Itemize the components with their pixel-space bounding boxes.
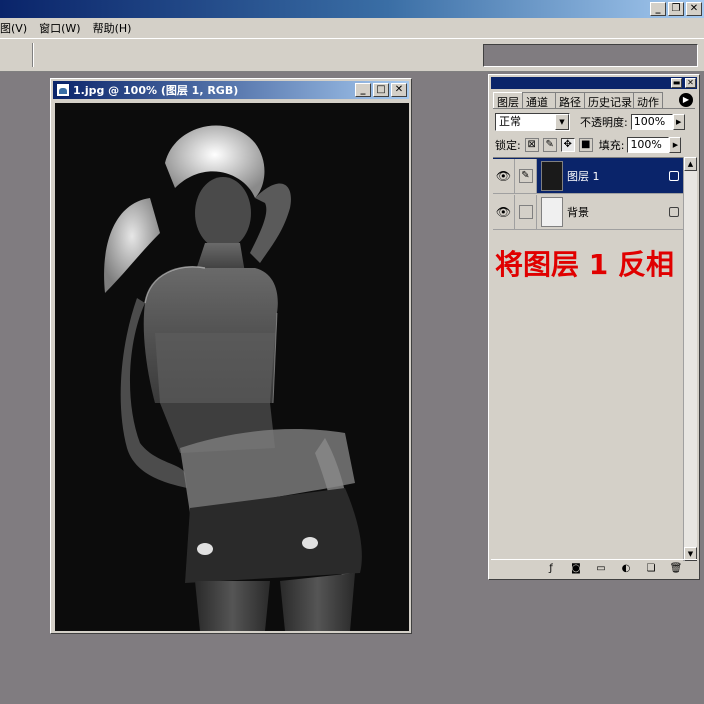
scroll-up-icon[interactable]: ▲	[684, 157, 697, 171]
fill-label: 填充:	[598, 139, 625, 152]
lock-icon	[669, 170, 679, 181]
panel-titlebar[interactable]: ▬ ✕	[491, 77, 697, 89]
new-layer-icon[interactable]: ❏	[644, 563, 658, 575]
lock-move-icon[interactable]: ✥	[560, 138, 575, 152]
chevron-down-icon[interactable]: ▼	[555, 114, 569, 130]
inverted-photo	[55, 103, 409, 631]
lock-transparency-icon[interactable]: ⊠	[524, 138, 539, 152]
palette-well	[483, 44, 698, 67]
opacity-arrow-icon[interactable]: ▶	[672, 114, 685, 130]
options-separator	[32, 43, 34, 67]
panel-footer: ƒ ◙ ▭ ◐ ❏ 🗑	[491, 559, 697, 577]
fill-arrow-icon[interactable]: ▶	[669, 137, 682, 153]
layer-row-layer1[interactable]: 👁 ✎ 图层 1	[493, 158, 683, 194]
blend-opacity-row: 正常 ▼ 不透明度: 100% ▶	[495, 112, 693, 132]
opacity-input[interactable]: 100%	[630, 114, 673, 130]
tab-paths[interactable]: 路径	[555, 92, 585, 108]
doc-maximize-button[interactable]: □	[373, 83, 389, 97]
document-title: 1.jpg @ 100% (图层 1, RGB)	[73, 84, 239, 97]
blend-mode-value: 正常	[499, 115, 521, 128]
layers-panel[interactable]: ▬ ✕ 图层 通道 路径 历史记录 动作 ▶ 正常 ▼ 不透明度: 100% ▶…	[488, 74, 700, 580]
add-mask-icon[interactable]: ◙	[569, 563, 583, 575]
menu-bar: 图(V) 窗口(W) 帮助(H)	[0, 18, 704, 38]
tab-layers[interactable]: 图层	[493, 92, 523, 108]
panel-close-button[interactable]: ✕	[685, 78, 696, 88]
lock-icon	[669, 206, 679, 217]
app-titlebar: _ ❐ ✕	[0, 0, 704, 18]
fill-input[interactable]: 100%	[627, 137, 670, 153]
tab-actions[interactable]: 动作	[633, 92, 663, 108]
visibility-eye-icon[interactable]: 👁	[493, 158, 515, 193]
trash-icon[interactable]: 🗑	[669, 563, 683, 575]
tab-channels[interactable]: 通道	[522, 92, 556, 108]
layer-thumbnail	[541, 196, 563, 227]
close-button[interactable]: ✕	[686, 2, 702, 16]
lock-fill-row: 锁定: ⊠ ✎ ✥ ■ 填充: 100% ▶	[495, 136, 693, 154]
options-bar	[0, 38, 704, 72]
link-slot-icon[interactable]	[515, 194, 537, 229]
visibility-eye-icon[interactable]: 👁	[493, 194, 515, 229]
menu-window[interactable]: 窗口(W)	[33, 20, 86, 36]
layer-style-icon[interactable]: ƒ	[544, 563, 558, 575]
lock-paint-icon[interactable]: ✎	[542, 138, 557, 152]
new-group-icon[interactable]: ▭	[594, 563, 608, 575]
annotation-text: 将图层 1 反相	[495, 248, 674, 281]
layer-name: 图层 1	[567, 169, 600, 183]
layer-row-background[interactable]: 👁 背景	[493, 194, 683, 230]
opacity-label: 不透明度:	[580, 116, 628, 129]
restore-button[interactable]: ❐	[668, 2, 684, 16]
panel-minimize-button[interactable]: ▬	[671, 78, 682, 88]
layers-list: 👁 ✎ 图层 1 👁 背景	[493, 157, 683, 561]
document-window-controls: _ □ ✕	[355, 83, 407, 97]
document-titlebar[interactable]: 1.jpg @ 100% (图层 1, RGB) _ □ ✕	[53, 81, 409, 99]
lock-label: 锁定:	[495, 139, 521, 152]
menu-view[interactable]: 图(V)	[0, 20, 33, 36]
photoshop-doc-icon	[56, 83, 70, 97]
minimize-button[interactable]: _	[650, 2, 666, 16]
blend-mode-select[interactable]: 正常 ▼	[495, 113, 570, 131]
layer-name: 背景	[567, 205, 589, 219]
paintbrush-icon[interactable]: ✎	[515, 158, 537, 193]
doc-minimize-button[interactable]: _	[355, 83, 371, 97]
layers-scrollbar[interactable]: ▲ ▼	[683, 157, 697, 561]
adjustment-layer-icon[interactable]: ◐	[619, 563, 633, 575]
document-window[interactable]: 1.jpg @ 100% (图层 1, RGB) _ □ ✕	[50, 78, 412, 634]
lock-all-icon[interactable]: ■	[578, 138, 593, 152]
panel-menu-arrow-icon[interactable]: ▶	[679, 93, 693, 107]
image-canvas[interactable]	[55, 103, 409, 631]
tab-history[interactable]: 历史记录	[584, 92, 634, 108]
menu-help[interactable]: 帮助(H)	[87, 20, 138, 36]
app-window-controls: _ ❐ ✕	[650, 2, 702, 16]
panel-tabs: 图层 通道 路径 历史记录 动作 ▶	[493, 92, 695, 109]
layer-thumbnail	[541, 160, 563, 191]
doc-close-button[interactable]: ✕	[391, 83, 407, 97]
